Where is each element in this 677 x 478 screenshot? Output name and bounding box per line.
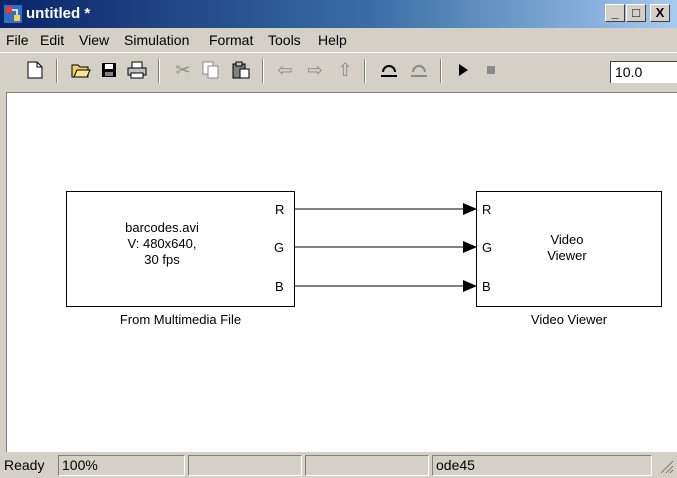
viewer-port-g: G bbox=[482, 240, 493, 255]
stop-simulation-button[interactable] bbox=[476, 53, 506, 87]
arrowhead-r bbox=[463, 203, 477, 215]
viewer-block-text: Video Viewer bbox=[527, 232, 607, 264]
redo-button[interactable] bbox=[404, 53, 434, 87]
status-state: Ready bbox=[4, 457, 45, 473]
cut-button[interactable]: ✂ bbox=[168, 53, 198, 87]
save-button[interactable] bbox=[94, 53, 124, 87]
up-button[interactable]: ⇧ bbox=[330, 53, 360, 87]
status-field-empty-1 bbox=[188, 455, 302, 476]
menu-bar: File Edit View Simulation Format Tools H… bbox=[0, 28, 677, 52]
arrow-left-icon: ⇦ bbox=[277, 59, 293, 80]
open-button[interactable] bbox=[66, 53, 96, 87]
menu-edit[interactable]: Edit bbox=[40, 32, 64, 48]
title-bar[interactable]: untitled * _ □ X bbox=[0, 0, 677, 28]
minimize-button[interactable]: _ bbox=[605, 4, 625, 22]
open-folder-icon bbox=[71, 64, 91, 78]
model-canvas[interactable]: barcodes.avi V: 480x640, 30 fps R G B Fr… bbox=[6, 92, 677, 452]
redo-icon bbox=[411, 65, 427, 77]
arrowhead-b bbox=[463, 280, 477, 292]
copy-icon bbox=[202, 61, 219, 79]
status-solver: ode45 bbox=[432, 455, 652, 476]
paste-button[interactable] bbox=[226, 53, 256, 87]
status-bar: Ready 100% ode45 bbox=[0, 452, 677, 478]
menu-tools[interactable]: Tools bbox=[268, 32, 301, 48]
viewer-port-r: R bbox=[482, 202, 492, 217]
undo-button[interactable] bbox=[374, 53, 404, 87]
new-document-icon bbox=[27, 61, 43, 79]
new-model-button[interactable] bbox=[20, 53, 50, 87]
resize-grip-icon[interactable] bbox=[660, 460, 674, 474]
clipboard-icon bbox=[232, 61, 250, 79]
floppy-disk-icon bbox=[102, 63, 116, 77]
viewer-port-b: B bbox=[482, 279, 491, 294]
maximize-button[interactable]: □ bbox=[626, 4, 646, 22]
stop-icon bbox=[487, 66, 495, 74]
scissors-icon: ✂ bbox=[175, 59, 191, 80]
undo-icon bbox=[381, 65, 397, 77]
viewer-text-line2: Viewer bbox=[547, 248, 587, 263]
arrow-up-icon: ⇧ bbox=[337, 59, 353, 80]
back-button[interactable]: ⇦ bbox=[270, 53, 300, 87]
copy-button[interactable] bbox=[196, 53, 226, 87]
arrow-right-icon: ⇨ bbox=[307, 59, 323, 80]
status-zoom: 100% bbox=[58, 455, 185, 476]
menu-view[interactable]: View bbox=[79, 32, 109, 48]
menu-format[interactable]: Format bbox=[209, 32, 253, 48]
toolbar: ✂ ⇦ ⇨ ⇧ bbox=[0, 52, 677, 88]
stop-time-input[interactable]: 10.0 bbox=[610, 61, 677, 83]
forward-button[interactable]: ⇨ bbox=[300, 53, 330, 87]
viewer-block-label[interactable]: Video Viewer bbox=[476, 312, 662, 327]
status-field-empty-2 bbox=[305, 455, 429, 476]
arrowhead-g bbox=[463, 241, 477, 253]
print-button[interactable] bbox=[122, 53, 152, 87]
menu-simulation[interactable]: Simulation bbox=[124, 32, 189, 48]
simulink-model-icon bbox=[4, 5, 22, 23]
printer-icon bbox=[127, 61, 147, 79]
play-icon bbox=[459, 64, 468, 76]
close-button[interactable]: X bbox=[650, 4, 670, 22]
menu-file[interactable]: File bbox=[6, 32, 29, 48]
video-viewer-block[interactable]: R G B Video Viewer bbox=[476, 191, 662, 307]
start-simulation-button[interactable] bbox=[448, 53, 478, 87]
window-title: untitled * bbox=[26, 5, 91, 22]
viewer-text-line1: Video bbox=[550, 232, 584, 247]
menu-help[interactable]: Help bbox=[318, 32, 347, 48]
